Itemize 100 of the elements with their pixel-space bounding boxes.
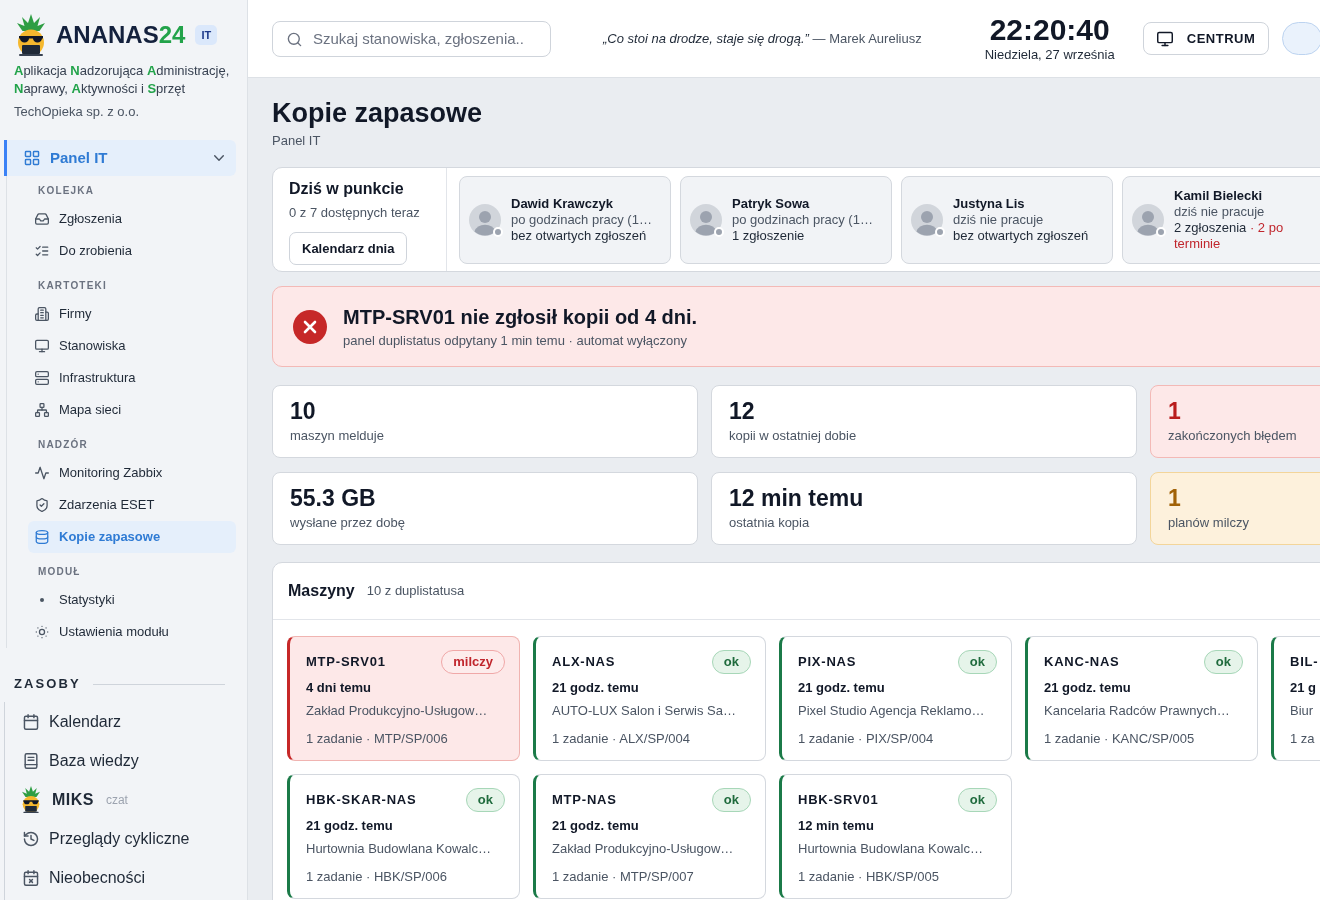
grid-icon [24,150,40,166]
nav-group-header[interactable]: Panel IT [4,140,236,176]
nav-item[interactable]: Zdarzenia ESET [28,489,236,521]
task-summary: 1 za [1290,730,1316,748]
machine-name: MTP-NAS [552,792,617,808]
stat-label: maszyn melduje [290,428,385,444]
nav-item[interactable]: Firmy [28,298,236,330]
ticket-count: bez otwartych zgłoszeń [511,228,648,244]
machine-name: HBK-SKAR-NAS [306,792,417,808]
page-title: Kopie zapasowe [272,97,484,129]
sun-icon [35,625,49,639]
task-summary: 1 zadanie · MTP/SP/007 [552,868,695,886]
person-name: Kamil Bielecki [1174,188,1264,204]
person-status: dziś nie pracuje [953,212,1045,228]
status-badge: ok [957,650,997,674]
status-badge: ok [957,788,997,812]
avatar-icon [1132,204,1164,236]
person-card[interactable]: Dawid Krawczyk po godzinach pracy (1… bez otwartych zgłoszeń [459,176,671,264]
notebook-icon [23,752,39,769]
stat-value: 1 [1168,484,1182,512]
section-heading: MODUŁ [38,565,82,579]
nav-item[interactable]: Stanowiska [28,330,236,362]
center-mode-button[interactable]: CENTRUM [1142,22,1270,55]
section-heading: NADZÓR [38,438,89,452]
pineapple-mascot-icon [14,14,48,56]
today-title: Dziś w punkcie [289,179,405,199]
day-calendar-button[interactable]: Kalendarz dnia [289,232,408,265]
alert-detail: panel duplistatus odpytany 1 min temu · automat wyłączony [343,333,688,349]
inbox-icon [35,212,49,226]
search-icon [287,31,302,47]
last-backup-time: 21 godz. temu [552,817,640,835]
nav-item[interactable]: Zgłoszenia [28,203,236,235]
status-badge: ok [1203,650,1243,674]
client-name: Hurtownia Budowlana Kowalc… [306,840,492,858]
ticket-count: bez otwartych zgłoszeń [953,228,1090,244]
availability-summary: 0 z 7 dostępnych teraz [289,205,421,221]
nav-item[interactable]: Do zrobienia [28,235,236,267]
machine-card[interactable]: KANC-NAS ok 21 godz. temu Kancelaria Radców Prawnych… 1 zadanie · KANC/SP/005 [1025,636,1258,761]
machine-name: HBK-SRV01 [798,792,879,808]
person-card[interactable]: Patryk Sowa po godzinach pracy (1… 1 zgłoszenie [680,176,892,264]
section-heading: KARTOTEKI [38,279,108,293]
stat-label: wysłane przez dobę [290,515,406,531]
nav-item[interactable]: Infrastruktura [28,362,236,394]
task-summary: 1 zadanie · HBK/SP/006 [306,868,448,886]
task-summary: 1 zadanie · MTP/SP/006 [306,730,449,748]
monitor-icon [35,339,49,353]
last-backup-time: 21 g [1290,679,1317,697]
network-icon [35,403,49,417]
brand-name: ANANAS24 [56,21,186,49]
stat-label: zakończonych błędem [1168,428,1298,444]
building-icon [35,307,49,321]
stat-label: planów milczy [1168,515,1250,531]
person-card[interactable]: Justyna Lis dziś nie pracuje bez otwartych zgłoszeń [901,176,1113,264]
round-button[interactable] [1282,22,1320,55]
nav-item[interactable]: Mapa sieci [28,394,236,426]
avatar-icon [690,204,722,236]
ticket-count: 1 zgłoszenie [732,228,806,244]
nav-item[interactable]: Monitoring Zabbix [28,457,236,489]
machine-card[interactable]: MTP-SRV01 milczy 4 dni temu Zakład Produkcyjno-Usługow… 1 zadanie · MTP/SP/006 [287,636,520,761]
nav-item[interactable]: MIKS czat [5,780,225,819]
search-field[interactable]: Szukaj stanowiska, zgłoszenia.. [272,20,551,57]
nav-item[interactable]: Baza wiedzy [5,741,225,780]
status-badge: milczy [441,650,505,674]
person-card[interactable]: Kamil Bielecki dziś nie pracuje 2 zgłoszenia · 2 po terminie [1122,176,1320,264]
machine-card[interactable]: BIL- 21 g Biur 1 za [1271,636,1320,761]
stat-value: 10 [290,397,317,425]
nav-item[interactable]: Nieobecności [5,858,225,897]
nav-item[interactable]: Statystyki [28,584,236,616]
calendar-icon [23,713,39,730]
stat-label: ostatnia kopia [729,515,811,531]
person-status: po godzinach pracy (1… [511,212,653,228]
app-tagline: Aplikacja Nadzorująca Administrację, Naprawy, Aktywności i Sprzęt [14,62,231,98]
person-status: dziś nie pracuje [1174,204,1266,220]
last-backup-time: 4 dni temu [306,679,372,697]
calendar-x-icon [23,869,39,886]
person-name: Patryk Sowa [732,196,811,212]
section-heading: KOLEJKA [38,184,96,198]
pulse-icon [35,466,49,480]
nav-item[interactable]: Przeglądy cykliczne [5,819,225,858]
shield-check-icon [35,498,49,512]
stat-value: 12 min temu [729,484,865,512]
checklist-icon [35,244,49,258]
nav-item[interactable]: Kalendarz [5,702,225,741]
machine-card[interactable]: MTP-NAS ok 21 godz. temu Zakład Produkcyjno-Usługow… 1 zadanie · MTP/SP/007 [533,774,766,899]
machine-card[interactable]: HBK-SRV01 ok 12 min temu Hurtownia Budowlana Kowalc… 1 zadanie · HBK/SP/005 [779,774,1012,899]
nav-item[interactable]: Kopie zapasowe [28,521,236,553]
clock-history-icon [23,830,39,847]
stat-value: 55.3 GB [290,484,377,512]
machine-name: KANC-NAS [1044,654,1120,670]
last-backup-time: 21 godz. temu [306,817,394,835]
last-backup-time: 21 godz. temu [1044,679,1132,697]
server-icon [35,371,49,385]
machine-card[interactable]: HBK-SKAR-NAS ok 21 godz. temu Hurtownia Budowlana Kowalc… 1 zadanie · HBK/SP/006 [287,774,520,899]
nav-item[interactable]: Ustawienia modułu [28,616,236,648]
task-summary: 1 zadanie · ALX/SP/004 [552,730,692,748]
machine-card[interactable]: ALX-NAS ok 21 godz. temu AUTO-LUX Salon i Serwis Sa… 1 zadanie · ALX/SP/004 [533,636,766,761]
machine-card[interactable]: PIX-NAS ok 21 godz. temu Pixel Studio Agencja Reklamo… 1 zadanie · PIX/SP/004 [779,636,1012,761]
alert-title: MTP-SRV01 nie zgłosił kopii od 4 dni. [343,305,698,330]
client-name: Zakład Produkcyjno-Usługow… [306,702,489,720]
last-backup-time: 21 godz. temu [798,679,886,697]
